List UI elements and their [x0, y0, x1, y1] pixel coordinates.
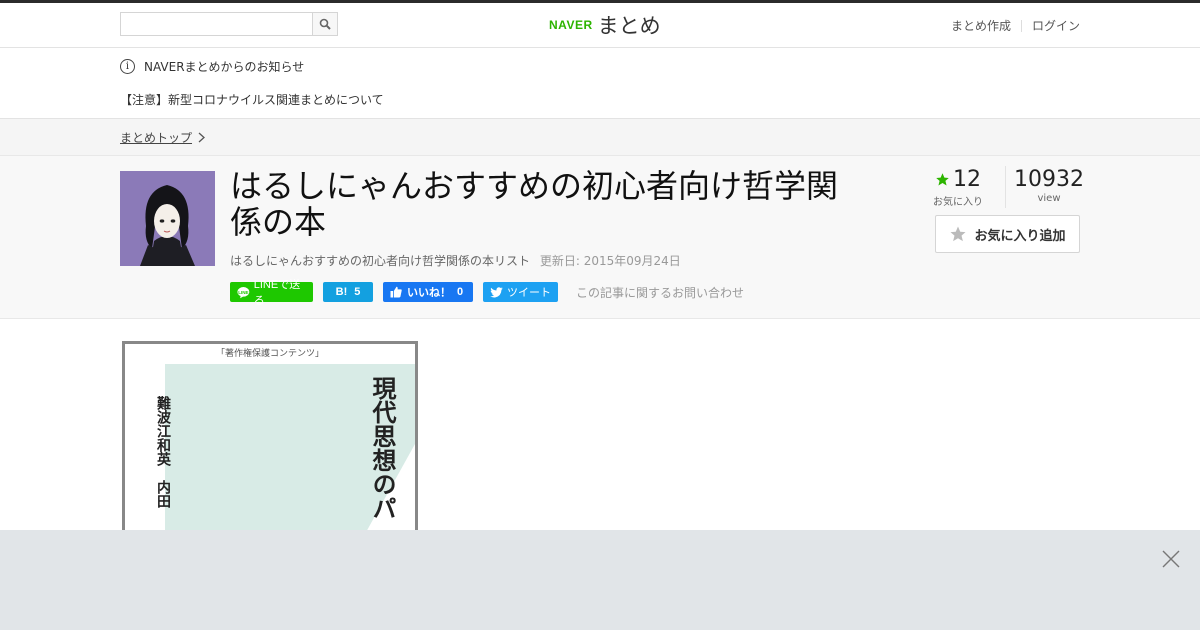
- breadcrumb-top-link[interactable]: まとめトップ: [120, 129, 205, 146]
- ad-close-button[interactable]: [1161, 549, 1181, 569]
- article-stats: 12 お気に入り 10932 view: [923, 166, 1084, 208]
- share-buttons: LINE LINEで送る B! 5 いいね！ 0 ツイート この記事に関するお問…: [230, 279, 744, 307]
- add-favorite-button[interactable]: お気に入り追加: [935, 215, 1080, 253]
- header-links: まとめ作成 ログイン: [951, 17, 1080, 34]
- search-icon: [319, 18, 331, 30]
- chevron-right-icon: [198, 132, 205, 143]
- notice-area: i NAVERまとめからのお知らせ 【注意】新型コロナウイルス関連まとめについて: [0, 48, 1200, 119]
- logo-brand: NAVER: [549, 18, 593, 32]
- logo-service: まとめ: [597, 14, 661, 38]
- hatena-bookmark-button[interactable]: B! 5: [323, 282, 373, 302]
- line-icon: LINE: [237, 286, 250, 298]
- star-icon: [936, 172, 949, 185]
- article-inquiry-link[interactable]: この記事に関するお問い合わせ: [576, 284, 744, 301]
- hatena-icon: B!: [335, 286, 348, 298]
- notice-item-link[interactable]: 【注意】新型コロナウイルス関連まとめについて: [120, 91, 384, 108]
- svg-text:LINE: LINE: [238, 289, 248, 294]
- header-link-divider: [1020, 19, 1022, 32]
- search-button[interactable]: [312, 13, 337, 35]
- book-authors: 難波江和英 内田: [155, 396, 171, 508]
- updated-date: 更新日: 2015年09月24日: [539, 254, 681, 268]
- facebook-like-button[interactable]: いいね！ 0: [383, 282, 473, 302]
- breadcrumb-top-label: まとめトップ: [120, 131, 193, 145]
- favorites-count: 12: [953, 166, 981, 192]
- search-box: [120, 12, 338, 36]
- tweet-label: ツイート: [507, 287, 551, 299]
- favorites-stat: 12 お気に入り: [923, 166, 1006, 208]
- book-title: 現代思想のパ: [368, 376, 397, 520]
- thumbs-up-icon: [390, 286, 402, 298]
- site-logo[interactable]: NAVER まとめ: [549, 12, 661, 38]
- hatena-count: 5: [354, 286, 361, 298]
- author-avatar[interactable]: [120, 171, 215, 266]
- article-description-line: はるしにゃんおすすめの初心者向け哲学関係の本リスト 更新日: 2015年09月2…: [230, 252, 681, 269]
- login-link[interactable]: ログイン: [1032, 17, 1080, 34]
- views-label: view: [1037, 193, 1061, 204]
- facebook-like-label: いいね！: [407, 287, 451, 299]
- tweet-button[interactable]: ツイート: [483, 282, 558, 302]
- breadcrumb: まとめトップ: [0, 119, 1200, 156]
- notice-title: NAVERまとめからのお知らせ: [144, 60, 305, 74]
- star-icon: [950, 226, 966, 242]
- notice-heading: i NAVERまとめからのお知らせ: [120, 58, 304, 75]
- twitter-bird-icon: [490, 286, 503, 298]
- line-share-button[interactable]: LINE LINEで送る: [230, 279, 313, 307]
- site-header: NAVER まとめ まとめ作成 ログイン: [0, 3, 1200, 48]
- info-icon: i: [120, 59, 135, 74]
- views-stat: 10932 view: [1006, 166, 1084, 208]
- ad-banner: [0, 530, 1200, 630]
- book-cover-image[interactable]: 「著作権保護コンテンツ」 難波江和英 内田 現代思想のパ: [122, 341, 418, 541]
- page-title: はるしにゃんおすすめの初心者向け哲学関係の本: [230, 167, 839, 241]
- line-share-label: LINEで送る: [253, 279, 301, 307]
- create-matome-link[interactable]: まとめ作成: [951, 17, 1011, 34]
- add-favorite-label: お気に入り追加: [974, 228, 1066, 244]
- close-icon: [1162, 550, 1180, 568]
- views-count: 10932: [1014, 166, 1084, 192]
- article-header: はるしにゃんおすすめの初心者向け哲学関係の本 はるしにゃんおすすめの初心者向け哲…: [0, 156, 1200, 319]
- facebook-like-count: 0: [457, 286, 464, 298]
- book-cover-header: 「著作権保護コンテンツ」: [215, 349, 324, 359]
- favorites-label: お気に入り: [933, 197, 983, 208]
- article-description: はるしにゃんおすすめの初心者向け哲学関係の本リスト: [230, 254, 531, 268]
- search-input[interactable]: [121, 13, 314, 35]
